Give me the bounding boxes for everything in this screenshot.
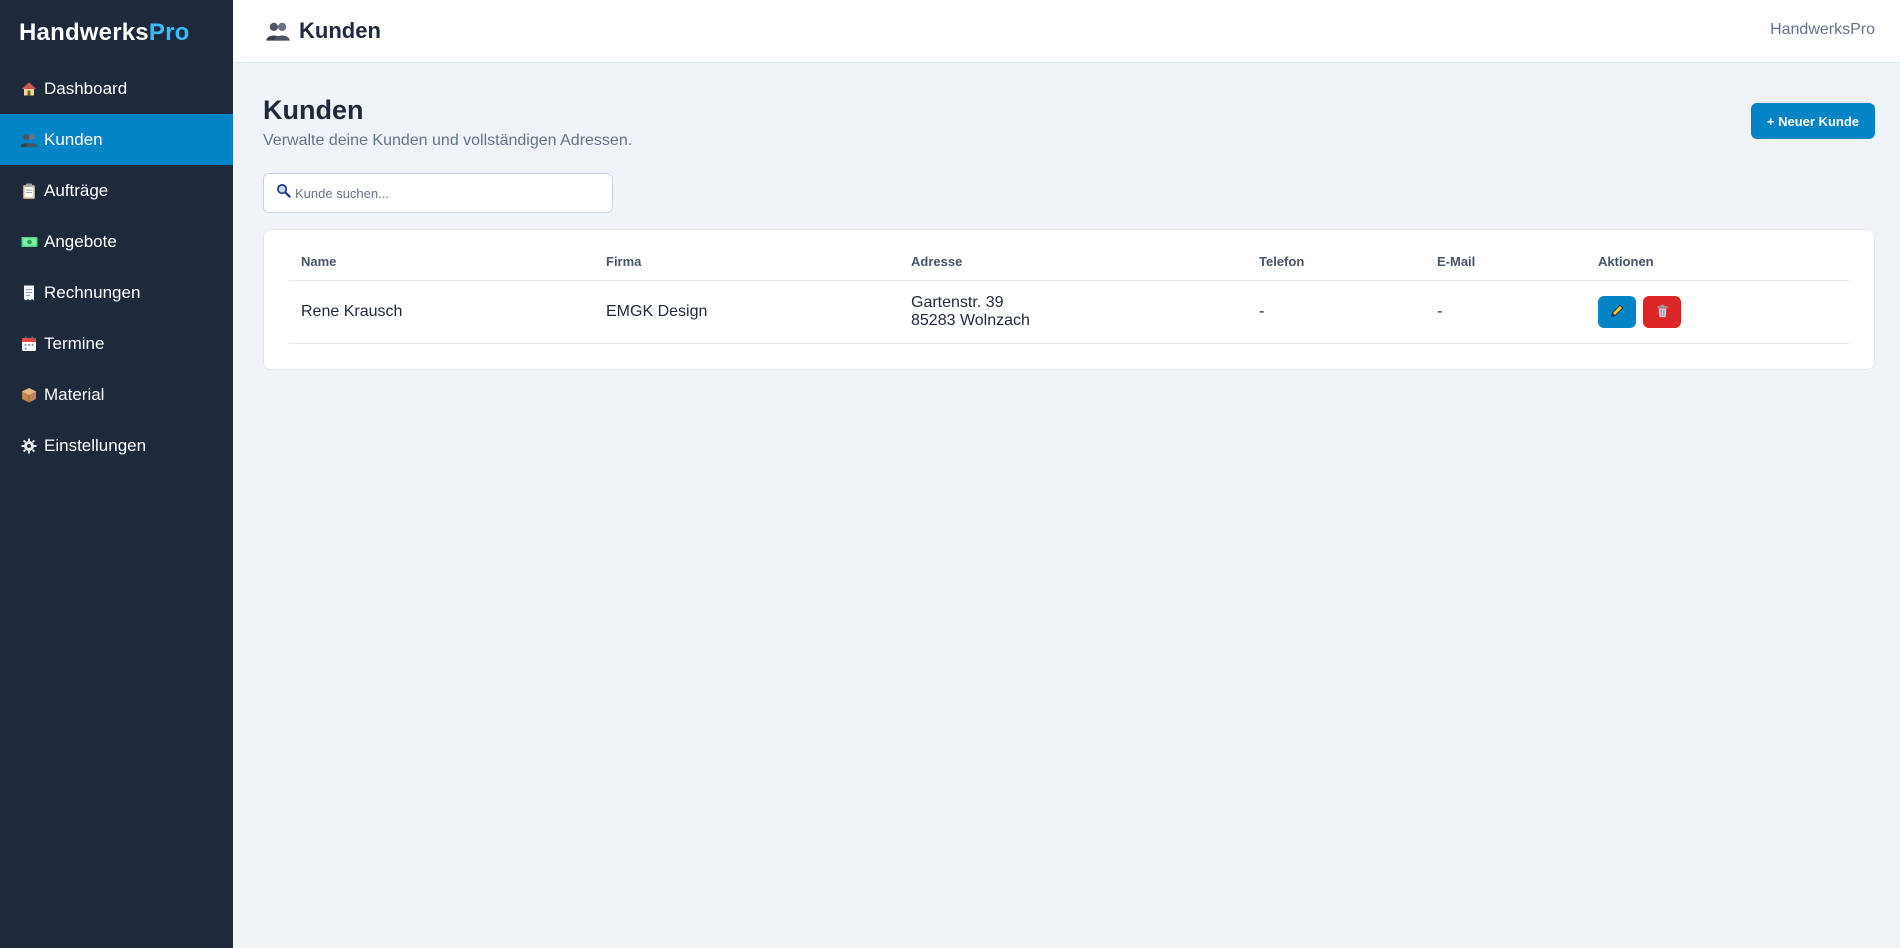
cell-aktionen — [1586, 280, 1849, 344]
edit-button[interactable] — [1598, 296, 1636, 328]
page-header: Kunden Verwalte deine Kunden und vollstä… — [263, 93, 1875, 150]
sidebar-item-label: Termine — [44, 333, 105, 353]
money-icon — [20, 233, 38, 251]
topbar-brand: HandwerksPro — [1770, 21, 1875, 38]
page-heading-group: Kunden Verwalte deine Kunden und vollstä… — [263, 93, 632, 150]
gear-icon — [20, 437, 38, 455]
calendar-icon — [20, 335, 38, 353]
sidebar-nav: Dashboard Kunden Aufträge Angebote Rechn… — [0, 63, 233, 471]
brand-name-accent: Pro — [148, 19, 190, 46]
brand-name-main: Handwerks — [19, 19, 149, 46]
sidebar-item-rechnungen[interactable]: Rechnungen — [0, 267, 233, 318]
topbar-title-text: Kunden — [299, 18, 381, 43]
brand-logo[interactable]: HandwerksPro — [0, 0, 233, 63]
page-title: Kunden — [263, 95, 364, 125]
cell-firma: EMGK Design — [594, 280, 899, 344]
table-row: Rene Krausch EMGK Design Gartenstr. 39 8… — [289, 280, 1849, 344]
cell-telefon: - — [1247, 280, 1425, 344]
sidebar-item-label: Einstellungen — [44, 435, 147, 455]
clipboard-icon — [20, 182, 38, 200]
search-icon — [276, 183, 291, 203]
column-header-aktionen: Aktionen — [1586, 254, 1849, 281]
sidebar-item-label: Aufträge — [44, 180, 109, 200]
sidebar-item-termine[interactable]: Termine — [0, 318, 233, 369]
sidebar-item-einstellungen[interactable]: Einstellungen — [0, 420, 233, 471]
cell-name: Rene Krausch — [289, 280, 594, 344]
topbar: Kunden HandwerksPro — [233, 0, 1900, 63]
delete-button[interactable] — [1643, 296, 1681, 328]
column-header-email: E-Mail — [1425, 254, 1586, 281]
address-city: 85283 Wolnzach — [911, 312, 1030, 329]
search-input[interactable] — [295, 185, 595, 201]
people-icon — [265, 18, 291, 44]
sidebar: HandwerksPro Dashboard Kunden Aufträge A… — [0, 0, 233, 948]
house-icon — [20, 80, 38, 98]
receipt-icon — [20, 284, 38, 302]
people-icon — [20, 131, 38, 149]
sidebar-item-label: Angebote — [44, 231, 117, 251]
column-header-adresse: Adresse — [899, 254, 1247, 281]
column-header-firma: Firma — [594, 254, 899, 281]
page-subtitle: Verwalte deine Kunden und vollständigen … — [263, 132, 633, 149]
pencil-icon — [1610, 304, 1624, 321]
cell-adresse: Gartenstr. 39 85283 Wolnzach — [899, 280, 1247, 344]
column-header-telefon: Telefon — [1247, 254, 1425, 281]
sidebar-item-label: Kunden — [44, 129, 103, 149]
row-actions — [1598, 296, 1837, 328]
sidebar-item-dashboard[interactable]: Dashboard — [0, 63, 233, 114]
sidebar-item-label: Material — [44, 384, 105, 404]
address-street: Gartenstr. 39 — [911, 294, 1004, 311]
column-header-name: Name — [289, 254, 594, 281]
new-customer-button[interactable]: + Neuer Kunde — [1750, 103, 1875, 139]
cell-email: - — [1425, 280, 1586, 344]
sidebar-item-label: Dashboard — [44, 78, 128, 98]
sidebar-item-angebote[interactable]: Angebote — [0, 216, 233, 267]
sidebar-item-label: Rechnungen — [44, 282, 141, 302]
sidebar-item-material[interactable]: Material — [0, 369, 233, 420]
customers-table: Name Firma Adresse Telefon E-Mail Aktion… — [289, 254, 1849, 344]
trash-icon — [1656, 304, 1669, 321]
sidebar-item-auftraege[interactable]: Aufträge — [0, 165, 233, 216]
topbar-title: Kunden — [265, 18, 381, 44]
sidebar-item-kunden[interactable]: Kunden — [0, 114, 233, 165]
table-header-row: Name Firma Adresse Telefon E-Mail Aktion… — [289, 254, 1849, 281]
main-area: Kunden HandwerksPro Kunden Verwalte dein… — [233, 0, 1900, 948]
search-box — [263, 173, 613, 213]
customers-card: Name Firma Adresse Telefon E-Mail Aktion… — [263, 229, 1875, 370]
package-icon — [20, 386, 38, 404]
content: Kunden Verwalte deine Kunden und vollstä… — [233, 63, 1900, 370]
